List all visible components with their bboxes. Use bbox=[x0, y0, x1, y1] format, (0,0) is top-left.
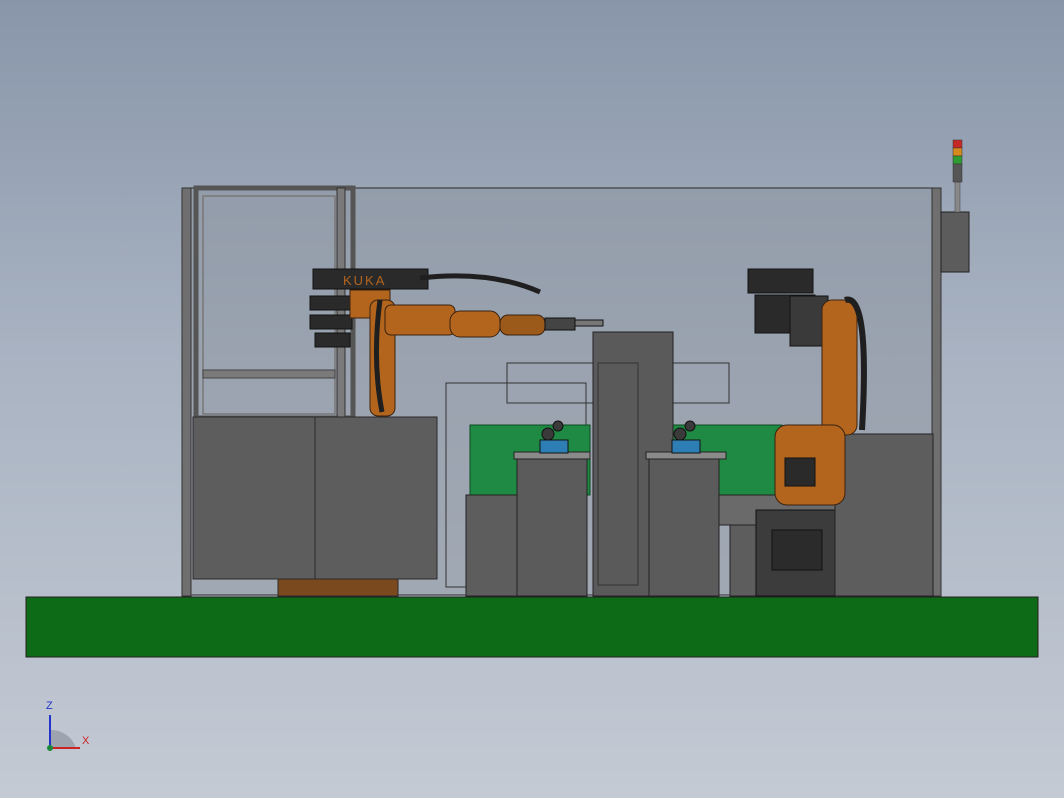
robot-brand-label: KUKA bbox=[343, 273, 386, 288]
base-platform bbox=[25, 596, 1039, 658]
cad-viewport[interactable]: KUKA Z X bbox=[0, 0, 1064, 798]
coordinate-triad-icon bbox=[47, 715, 80, 751]
assembly-drawing: KUKA bbox=[25, 139, 1039, 751]
axis-x-label: X bbox=[82, 735, 90, 747]
signal-tower-icon bbox=[952, 139, 963, 213]
station-pedestal-right bbox=[648, 456, 720, 597]
right-robot-motor bbox=[771, 529, 823, 571]
left-frame-post bbox=[181, 187, 192, 597]
left-cabinet-a bbox=[192, 416, 316, 580]
left-cabinet-b bbox=[314, 416, 438, 580]
door-crossbar bbox=[202, 369, 336, 379]
control-box bbox=[940, 211, 970, 273]
axis-z-label: Z bbox=[46, 700, 53, 712]
station-pedestal-left bbox=[516, 456, 588, 597]
right-tall-cabinet bbox=[834, 433, 934, 597]
left-robot-base bbox=[277, 578, 399, 597]
